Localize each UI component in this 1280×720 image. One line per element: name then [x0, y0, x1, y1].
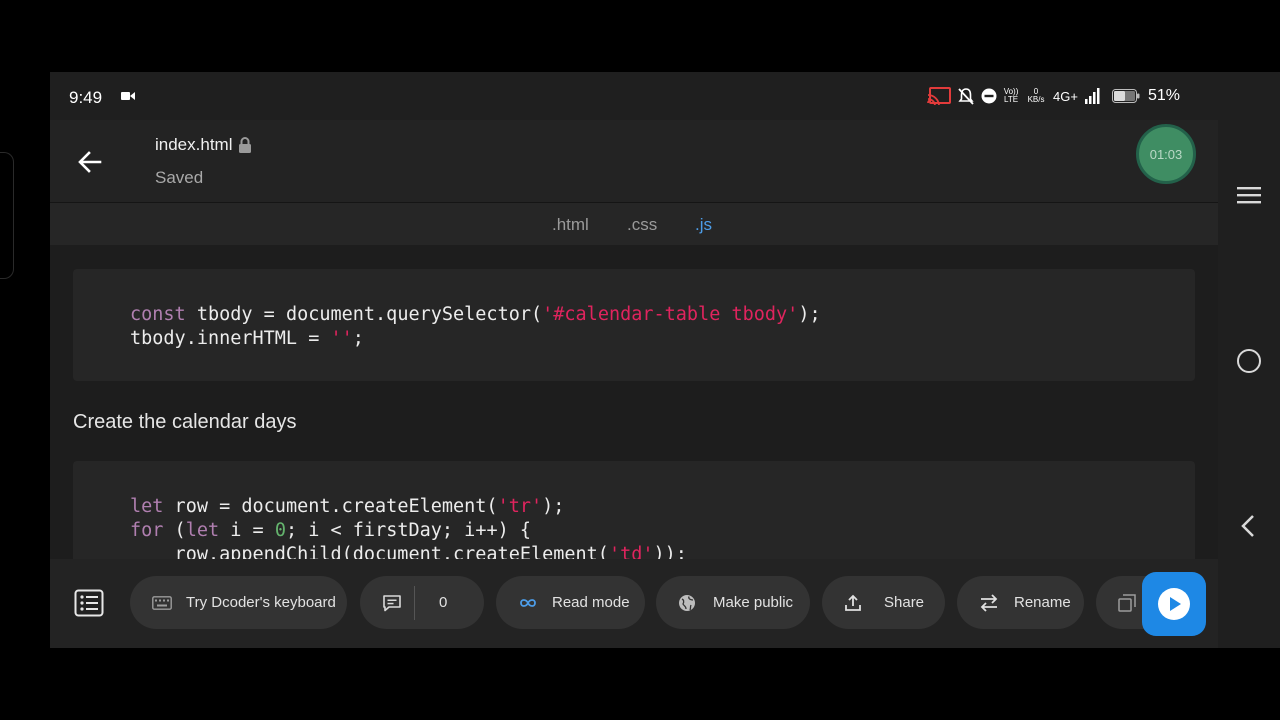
data-rate: 0 KB/s	[1025, 88, 1047, 104]
notifications-off-icon	[958, 88, 974, 105]
list-icon[interactable]	[74, 589, 104, 617]
code-token: );	[798, 304, 821, 325]
status-time: 9:49	[69, 88, 103, 107]
comment-icon	[383, 594, 401, 611]
video-camera-icon	[121, 92, 135, 100]
code-token: tbody = document.querySelector(	[185, 304, 543, 325]
fork-icon	[1118, 593, 1136, 612]
code-token: '#calendar-table tbody'	[542, 304, 799, 325]
keyboard-icon	[152, 595, 172, 610]
share-icon	[845, 594, 861, 611]
code-block: let row = document.createElement('tr'); f…	[73, 461, 1195, 559]
code-token: tbody.innerHTML =	[130, 328, 331, 349]
code-block: const tbody = document.querySelector('#c…	[73, 269, 1195, 381]
file-type-tabs: .html .css .js	[50, 203, 1218, 245]
back-arrow-icon[interactable]	[76, 148, 104, 176]
file-name: index.html	[155, 135, 233, 154]
code-token: let	[130, 496, 164, 517]
code-token: i =	[219, 520, 275, 541]
code-token: 'tr'	[497, 496, 543, 517]
share-label: Share	[884, 594, 925, 611]
divider	[414, 585, 415, 620]
comments-button[interactable]: 0	[360, 576, 484, 629]
try-keyboard-button[interactable]: Try Dcoder's keyboard	[130, 576, 347, 629]
code-token: ;	[352, 328, 364, 349]
read-mode-label: Read mode	[552, 594, 630, 611]
code-line: row.appendChild(document.createElement('…	[73, 543, 1195, 559]
tab-html[interactable]: .html	[552, 215, 589, 235]
code-token: row = document.createElement(	[163, 496, 498, 517]
network-type: 4G+	[1053, 88, 1078, 104]
code-token: 0	[274, 520, 286, 541]
code-token: for	[130, 520, 164, 541]
share-button[interactable]: Share	[822, 576, 945, 629]
bottom-toolbar: Try Dcoder's keyboard 0 Read mode Make p…	[50, 559, 1218, 648]
make-public-label: Make public	[713, 594, 794, 611]
recent-apps-icon[interactable]	[1237, 185, 1261, 205]
read-mode-button[interactable]: Read mode	[496, 576, 645, 629]
status-bar: 9:49 Vo)) LTE 0 KB/s 4G+ 51%	[50, 72, 1280, 120]
play-icon	[1158, 588, 1190, 620]
code-line: let row = document.createElement('tr');	[73, 495, 1195, 519]
cast-icon	[927, 87, 952, 105]
code-token: const	[130, 304, 186, 325]
code-token: row.appendChild(document.createElement(	[130, 544, 609, 559]
code-token: ; i < firstDay; i++) {	[285, 520, 532, 541]
lock-icon	[239, 137, 252, 153]
run-button[interactable]	[1142, 572, 1206, 636]
read-mode-content: const tbody = document.querySelector('#c…	[50, 245, 1218, 559]
code-token: ));	[653, 544, 687, 559]
phone-screen: 9:49 Vo)) LTE 0 KB/s 4G+ 51% index.html …	[50, 72, 1280, 648]
session-timer[interactable]: 01:03	[1136, 124, 1196, 184]
file-title: index.html	[155, 135, 252, 155]
device-bezel-edge	[0, 152, 14, 279]
code-line: tbody.innerHTML = '';	[73, 327, 1195, 351]
signal-icon	[1084, 88, 1100, 104]
editor-header: index.html Saved 01:03	[50, 120, 1218, 203]
rename-label: Rename	[1014, 594, 1071, 611]
code-token: );	[542, 496, 565, 517]
battery-icon	[1111, 89, 1140, 103]
code-token: 'td'	[608, 544, 654, 559]
code-token: (	[163, 520, 186, 541]
nav-back-icon[interactable]	[1240, 514, 1256, 538]
code-line: const tbody = document.querySelector('#c…	[73, 303, 1195, 327]
make-public-button[interactable]: Make public	[656, 576, 810, 629]
do-not-disturb-icon	[981, 88, 997, 104]
battery-percent: 51%	[1147, 87, 1180, 104]
paragraph-text: Create the calendar days	[73, 411, 297, 433]
comments-count: 0	[439, 594, 448, 611]
home-icon[interactable]	[1237, 349, 1261, 373]
infinity-icon	[520, 598, 536, 607]
save-status: Saved	[155, 168, 204, 187]
rename-button[interactable]: Rename	[957, 576, 1084, 629]
system-navigation-bar	[1218, 120, 1280, 648]
tab-css[interactable]: .css	[627, 215, 657, 235]
code-line: for (let i = 0; i < firstDay; i++) {	[73, 519, 1195, 543]
tab-js[interactable]: .js	[695, 215, 712, 235]
swap-icon	[980, 593, 998, 612]
data-rate-unit: KB/s	[1027, 95, 1045, 104]
code-token: let	[185, 520, 220, 541]
keyboard-label: Try Dcoder's keyboard	[186, 594, 336, 611]
code-token: ''	[330, 328, 353, 349]
globe-icon	[679, 594, 695, 611]
volte-indicator: Vo)) LTE	[1003, 87, 1019, 104]
